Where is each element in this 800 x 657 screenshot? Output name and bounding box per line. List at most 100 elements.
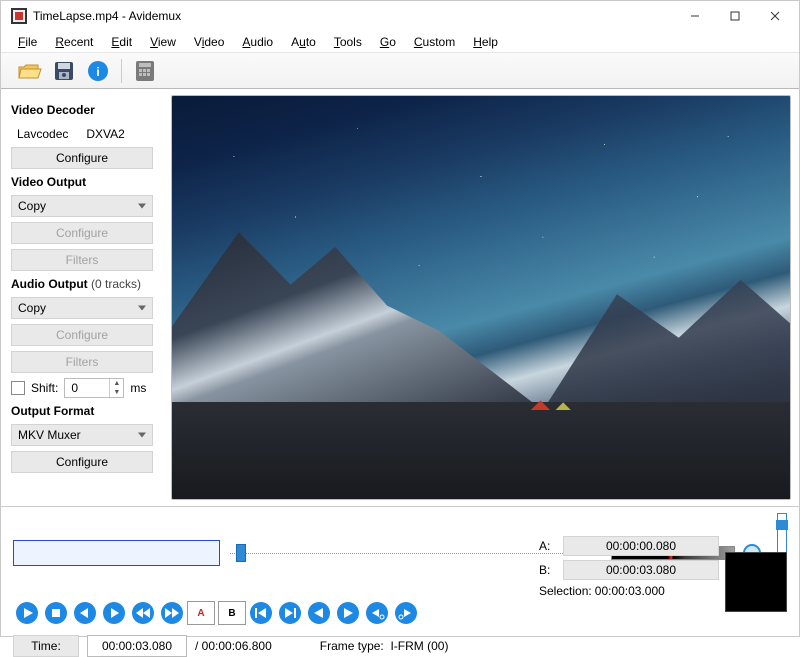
menu-edit[interactable]: Edit [102, 33, 141, 51]
svg-text:i: i [96, 65, 99, 79]
toolbar-separator [121, 59, 122, 83]
main-area: Video Decoder Lavcodec DXVA2 Configure V… [1, 89, 799, 506]
maximize-button[interactable] [715, 2, 755, 30]
window-title: TimeLapse.mp4 - Avidemux [33, 9, 675, 23]
goto-marker-a-button[interactable] [305, 599, 333, 627]
prev-black-frame-button[interactable] [363, 599, 391, 627]
audio-shift-row: Shift: 0 ▲▼ ms [11, 378, 161, 398]
double-right-icon [160, 601, 184, 625]
prev-keyframe-button[interactable] [129, 599, 157, 627]
menu-view[interactable]: View [141, 33, 185, 51]
app-icon [11, 8, 27, 24]
double-left-icon [131, 601, 155, 625]
next-black-frame-button[interactable] [392, 599, 420, 627]
video-preview[interactable] [171, 95, 791, 500]
frame-type: Frame type: I-FRM (00) [320, 639, 449, 653]
spin-down-icon[interactable]: ▼ [110, 388, 123, 397]
next-keyframe-button[interactable] [158, 599, 186, 627]
audio-output-configure-button[interactable]: Configure [11, 324, 153, 346]
output-format-select[interactable]: MKV Muxer [11, 424, 153, 446]
video-output-filters-button[interactable]: Filters [11, 249, 153, 271]
menu-video[interactable]: Video [185, 33, 234, 51]
output-format-configure-button[interactable]: Configure [11, 451, 153, 473]
minimize-button[interactable] [675, 2, 715, 30]
info-button[interactable]: i [83, 56, 113, 86]
calculator-button[interactable] [130, 56, 160, 86]
menu-go[interactable]: Go [371, 33, 405, 51]
selection-value: 00:00:03.000 [595, 584, 665, 598]
close-button[interactable] [755, 2, 795, 30]
codec-dxva2: DXVA2 [86, 127, 124, 141]
video-output-title: Video Output [11, 175, 161, 189]
selection-text: Selection: 00:00:03.000 [539, 584, 719, 598]
stop-icon [44, 601, 68, 625]
goto-start-icon [249, 601, 273, 625]
frame-type-value: I-FRM (00) [390, 639, 448, 653]
floppy-disk-icon [53, 60, 75, 82]
status-row: Time: 00:00:03.080 / 00:00:06.800 Frame … [13, 635, 787, 657]
codec-lavcodec: Lavcodec [17, 127, 68, 141]
marker-b-value-button[interactable]: 00:00:03.080 [563, 560, 719, 580]
prev-frame-button[interactable] [71, 599, 99, 627]
play-icon [15, 601, 39, 625]
save-button[interactable] [49, 56, 79, 86]
output-format-title: Output Format [11, 404, 161, 418]
marker-panel: A: 00:00:00.080 B: 00:00:03.080 Selectio… [539, 536, 719, 598]
time-field[interactable]: 00:00:03.080 [87, 635, 187, 657]
video-output-configure-button[interactable]: Configure [11, 222, 153, 244]
duration-value: 00:00:06.800 [202, 639, 272, 653]
menu-tools[interactable]: Tools [325, 33, 371, 51]
goto-b-icon [336, 601, 360, 625]
set-marker-a-button[interactable]: A [187, 601, 215, 625]
marker-a-value-button[interactable]: 00:00:00.080 [563, 536, 719, 556]
audio-shift-label: Shift: [31, 381, 58, 395]
spin-up-icon[interactable]: ▲ [110, 379, 123, 388]
film-icon [135, 60, 155, 82]
menu-custom[interactable]: Custom [405, 33, 464, 51]
audio-output-title: Audio Output (0 tracks) [11, 277, 161, 291]
marker-a-label: A: [539, 539, 555, 553]
open-folder-icon [18, 60, 42, 82]
video-decoder-configure-button[interactable]: Configure [11, 147, 153, 169]
stop-button[interactable] [42, 599, 70, 627]
output-format-value: MKV Muxer [18, 428, 81, 442]
frame-type-label: Frame type: [320, 639, 384, 653]
duration-prefix: / [195, 639, 202, 653]
goto-start-button[interactable] [247, 599, 275, 627]
audio-output-tracks: (0 tracks) [91, 277, 141, 291]
selection-label: Selection: [539, 584, 592, 598]
audio-output-filters-button[interactable]: Filters [11, 351, 153, 373]
menu-recent[interactable]: Recent [46, 33, 102, 51]
playback-controls: A B [13, 599, 787, 627]
menu-audio[interactable]: Audio [233, 33, 282, 51]
goto-a-icon [307, 601, 331, 625]
menu-auto[interactable]: Auto [282, 33, 325, 51]
video-output-value: Copy [18, 199, 46, 213]
video-output-select[interactable]: Copy [11, 195, 153, 217]
arrow-right-icon [102, 601, 126, 625]
video-decoder-codecs: Lavcodec DXVA2 [11, 123, 161, 147]
preview-wrapper [171, 89, 799, 506]
goto-end-icon [278, 601, 302, 625]
set-marker-b-button[interactable]: B [218, 601, 246, 625]
info-icon: i [87, 60, 109, 82]
video-decoder-title: Video Decoder [11, 103, 161, 117]
bottom-panel: A B A: 00:00:00.080 B: 00:00:03.080 Sele… [1, 506, 799, 626]
play-button[interactable] [13, 599, 41, 627]
goto-marker-b-button[interactable] [334, 599, 362, 627]
menu-file[interactable]: File [9, 33, 46, 51]
goto-end-button[interactable] [276, 599, 304, 627]
audio-shift-checkbox[interactable] [11, 381, 25, 395]
audio-output-select[interactable]: Copy [11, 297, 153, 319]
timeline-thumb-icon[interactable] [236, 544, 246, 562]
audio-shift-value: 0 [71, 381, 78, 395]
search-right-icon [394, 601, 418, 625]
time-label-button[interactable]: Time: [13, 635, 79, 657]
open-file-button[interactable] [15, 56, 45, 86]
audio-shift-spinner[interactable]: 0 ▲▼ [64, 378, 124, 398]
titlebar: TimeLapse.mp4 - Avidemux [1, 1, 799, 31]
menu-help[interactable]: Help [464, 33, 507, 51]
next-frame-button[interactable] [100, 599, 128, 627]
selection-range-box[interactable] [13, 540, 220, 566]
toolbar: i [1, 53, 799, 89]
